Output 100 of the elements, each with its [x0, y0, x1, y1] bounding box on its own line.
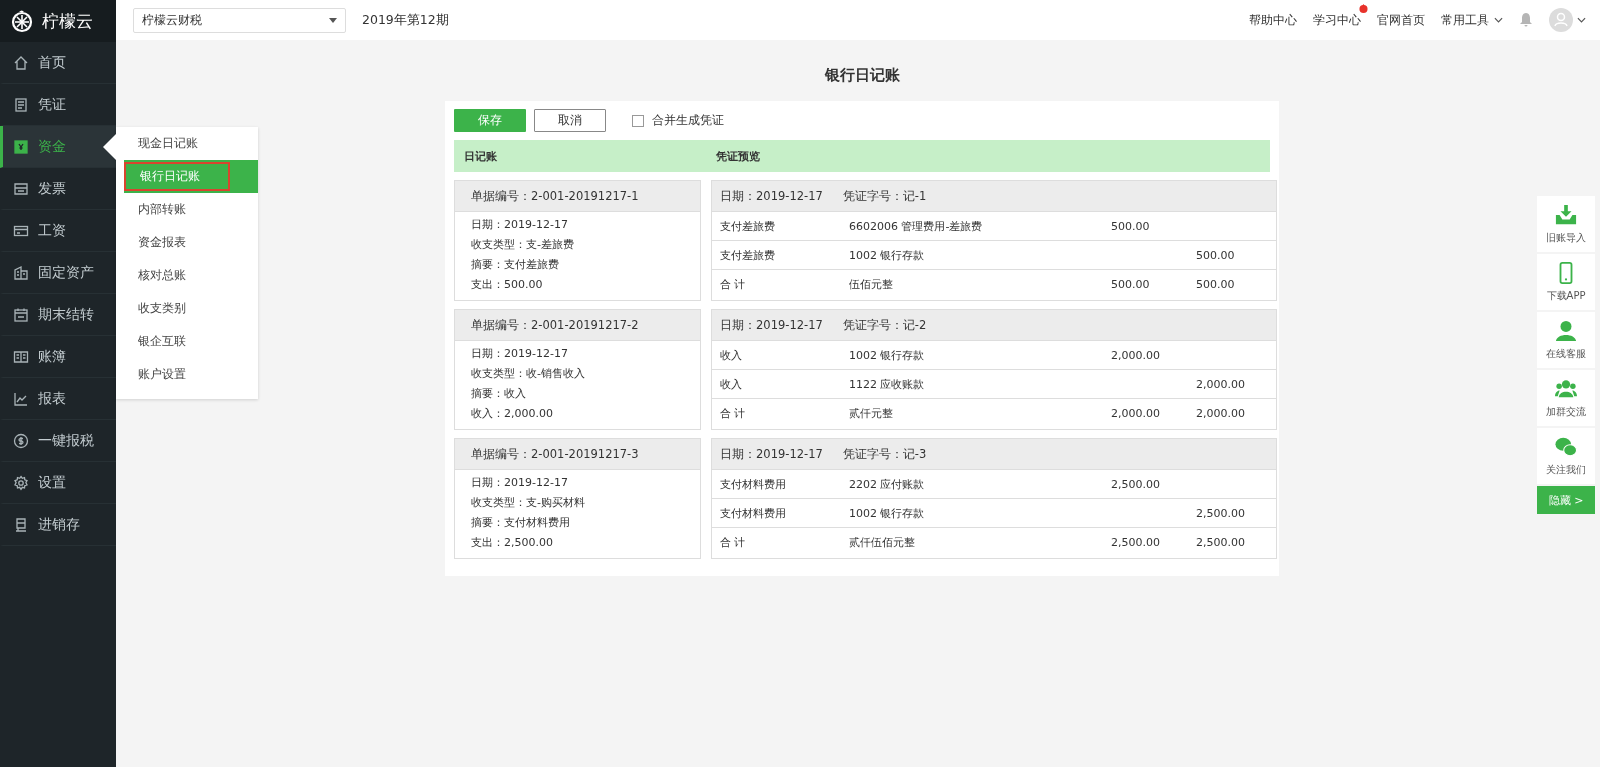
table-cell-text: 合 计	[720, 534, 747, 550]
chat-icon	[1555, 435, 1577, 458]
table-cell-text: 支付材料费用	[720, 505, 787, 521]
table-cell: 2,000.00	[1111, 348, 1160, 362]
period-label: 2019年第12期	[362, 11, 449, 29]
voucher-date: 日期：2019-12-17	[720, 446, 823, 462]
home-icon	[13, 54, 29, 71]
journal-detail: 收入：2,000.00	[471, 406, 554, 422]
table-cell-text: 6602006 管理费用-差旅费	[849, 218, 984, 234]
top-link[interactable]: 官网首页	[1377, 11, 1425, 29]
hot-badge-icon	[1359, 3, 1368, 13]
bell-icon[interactable]	[1519, 12, 1533, 28]
download-icon	[1555, 203, 1577, 226]
journal-detail: 收支类型：收-销售收入	[471, 366, 586, 382]
caret-icon	[329, 17, 337, 23]
top-link[interactable]: 学习中心	[1313, 11, 1361, 29]
journal-detail: 摘要：支付差旅费	[471, 257, 560, 273]
voucher-number: 凭证字号：记-1	[842, 188, 927, 204]
checkbox[interactable]	[632, 114, 644, 127]
journal-number: 单据编号：2-001-20191217-1	[455, 181, 700, 212]
table-cell-text: 支付材料费用	[720, 476, 787, 492]
table-cell-text: 支付差旅费	[720, 218, 776, 234]
float-panel-item[interactable]: 旧账导入	[1537, 196, 1595, 252]
float-panel-item[interactable]: 在线客服	[1537, 312, 1595, 368]
table-cell: 500.00	[1196, 248, 1235, 262]
person-icon	[1555, 319, 1577, 342]
book-icon	[13, 348, 29, 365]
journal-detail: 收支类型：支-差旅费	[471, 237, 575, 253]
table-cell: 2,500.00	[1111, 535, 1160, 549]
journal-detail: 摘要：收入	[471, 386, 527, 402]
table-cell-text: 1002 银行存款	[849, 505, 926, 521]
nav-item[interactable]: 一键报税	[0, 420, 116, 462]
journal-detail: 日期：2019-12-17	[471, 475, 569, 491]
journal-number: 单据编号：2-001-20191217-2	[455, 310, 700, 341]
table-cell-text: 1002 银行存款	[849, 247, 926, 263]
voucher-date: 日期：2019-12-17	[720, 188, 823, 204]
chart-icon	[13, 390, 29, 407]
group-icon	[1555, 377, 1577, 400]
nav-item[interactable]: 首页	[0, 42, 116, 84]
table-cell-text: 合 计	[720, 276, 747, 292]
table-cell-text: 收入	[720, 347, 743, 363]
journal-detail: 日期：2019-12-17	[471, 346, 569, 362]
table-cell: 500.00	[1111, 277, 1150, 291]
journal-detail: 收支类型：支-购买材料	[471, 495, 586, 511]
float-panel-item[interactable]: 下载APP	[1537, 254, 1595, 310]
submenu-item[interactable]: 现金日记账	[116, 127, 258, 160]
table-cell-text: 1122 应收账款	[849, 376, 926, 392]
voucher-number: 凭证字号：记-2	[842, 317, 927, 333]
submenu-item[interactable]: 账户设置	[116, 358, 258, 391]
nav-item[interactable]: 进销存	[0, 504, 116, 546]
nav-item[interactable]: 资金	[0, 126, 116, 168]
table-cell-text: 合 计	[720, 405, 747, 421]
voucher-date: 日期：2019-12-17	[720, 317, 823, 333]
table-cell-text: 贰仟伍佰元整	[849, 534, 916, 550]
store-icon	[13, 516, 29, 533]
nav-item[interactable]: 设置	[0, 462, 116, 504]
table-cell-text: 伍佰元整	[849, 276, 894, 292]
submenu-item[interactable]: 银企互联	[116, 325, 258, 358]
table-cell: 2,500.00	[1196, 535, 1245, 549]
submenu-item[interactable]: 资金报表	[116, 226, 258, 259]
table-cell: 500.00	[1196, 277, 1235, 291]
journal-detail: 支出：500.00	[471, 277, 544, 293]
yen-icon	[13, 138, 29, 155]
journal-detail: 摘要：支付材料费用	[471, 515, 571, 531]
dollar-icon	[13, 432, 29, 449]
journal-detail: 日期：2019-12-17	[471, 217, 569, 233]
submenu-item[interactable]: 核对总账	[116, 259, 258, 292]
chevron-down-icon[interactable]	[1577, 17, 1586, 23]
table-cell: 2,000.00	[1196, 406, 1245, 420]
journal-number: 单据编号：2-001-20191217-3	[455, 439, 700, 470]
building-icon	[13, 264, 29, 281]
journal-detail: 支出：2,500.00	[471, 535, 554, 551]
table-cell-text: 贰仟元整	[849, 405, 894, 421]
section-header-bar: 日记账 凭证预览	[454, 140, 1270, 172]
table-cell-text: 1002 银行存款	[849, 347, 926, 363]
top-link[interactable]: 帮助中心	[1249, 11, 1297, 29]
table-cell: 500.00	[1111, 219, 1150, 233]
table-cell-text: 支付差旅费	[720, 247, 776, 263]
company-select[interactable]: 柠檬云财税	[133, 7, 346, 33]
submenu-item[interactable]: 内部转账	[116, 193, 258, 226]
submenu-item[interactable]: 收支类别	[116, 292, 258, 325]
table-cell: 2,000.00	[1111, 406, 1160, 420]
cancel-button[interactable]: 取消	[534, 109, 606, 132]
invoice-icon	[13, 180, 29, 197]
float-panel-item[interactable]: 关注我们	[1537, 428, 1595, 484]
doc-icon	[13, 96, 29, 113]
calendar-icon	[13, 306, 29, 323]
tools-menu[interactable]: 常用工具	[1441, 11, 1503, 29]
lemon-logo-icon	[10, 9, 34, 33]
table-cell-text: 2202 应付账款	[849, 476, 926, 492]
logo-text: 柠檬云	[42, 9, 93, 33]
checkbox-label: 合并生成凭证	[652, 112, 724, 129]
float-panel-item[interactable]: 加群交流	[1537, 370, 1595, 426]
gear-icon	[13, 474, 29, 491]
table-cell: 2,500.00	[1196, 506, 1245, 520]
table-cell-text: 收入	[720, 376, 743, 392]
table-cell: 2,500.00	[1111, 477, 1160, 491]
chevron-down-icon	[1494, 17, 1503, 23]
voucher-number: 凭证字号：记-3	[842, 446, 927, 462]
table-cell: 2,000.00	[1196, 377, 1245, 391]
